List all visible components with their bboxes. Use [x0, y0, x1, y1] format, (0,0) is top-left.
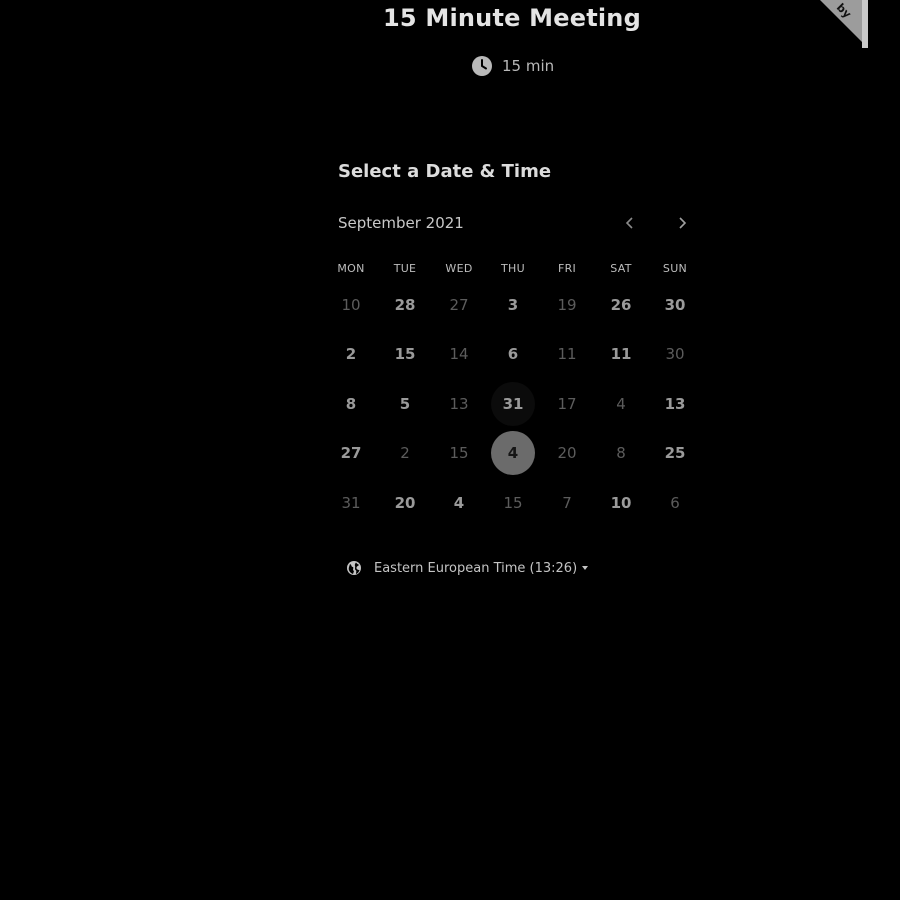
- calendar-day-number: 3: [507, 295, 519, 314]
- calendar-day-number: 17: [557, 394, 577, 413]
- calendar-day-selected[interactable]: 4: [486, 429, 540, 479]
- weekday-label: THU: [501, 262, 525, 275]
- calendar-day-number: 30: [665, 345, 685, 364]
- calendar-day-number: 25: [664, 444, 686, 463]
- weekday-label: TUE: [393, 262, 417, 275]
- calendar-day-number: 2: [345, 345, 357, 364]
- next-month-button[interactable]: [672, 213, 692, 233]
- calendar-day[interactable]: 2: [324, 330, 378, 380]
- calendar-day-number: 19: [557, 295, 577, 314]
- calendar-day-number: 4: [453, 493, 465, 512]
- calendar-day[interactable]: 25: [648, 429, 702, 479]
- calendar-day-number: 14: [449, 345, 469, 364]
- calendar-day[interactable]: 30: [648, 280, 702, 330]
- weekday-label: SUN: [662, 262, 688, 275]
- calendar-day[interactable]: 31: [486, 379, 540, 429]
- calendar-day[interactable]: 5: [378, 379, 432, 429]
- calendar-day: 19: [540, 280, 594, 330]
- calendar-day-number: 31: [341, 493, 361, 512]
- calendar-day-number: 8: [345, 394, 357, 413]
- calendar-day-number: 13: [449, 394, 469, 413]
- calendar-day-number: 6: [507, 345, 519, 364]
- calendar-day-number: 20: [394, 493, 416, 512]
- calendar-day: 15: [432, 429, 486, 479]
- calendar-day: 2: [378, 429, 432, 479]
- calendar-day: 10: [324, 280, 378, 330]
- date-time-heading: Select a Date & Time: [338, 161, 552, 182]
- calendar-day-number: 15: [449, 444, 469, 463]
- weekday-header: MON TUE WED THU FRI SAT SUN: [324, 262, 702, 275]
- calendar-day: 4: [594, 379, 648, 429]
- calendar-day: 17: [540, 379, 594, 429]
- calendar-day[interactable]: 20: [378, 478, 432, 528]
- calendar-day-number: 11: [610, 345, 632, 364]
- meeting-title: 15 Minute Meeting: [383, 4, 641, 32]
- calendar-day[interactable]: 6: [486, 330, 540, 380]
- chevron-right-icon: [679, 217, 687, 229]
- calendar-day-number: 31: [491, 381, 535, 426]
- weekday-label: MON: [337, 262, 365, 275]
- calendar-day-number: 13: [664, 394, 686, 413]
- calendar-day-number: 10: [341, 295, 361, 314]
- calendar-day-number: 8: [616, 444, 626, 463]
- meeting-duration: 15 min: [472, 56, 554, 76]
- calendar-day: 31: [324, 478, 378, 528]
- calendar-day-number: 26: [610, 295, 632, 314]
- calendar-day-number: 6: [670, 493, 680, 512]
- duration-label: 15 min: [502, 57, 555, 75]
- calendar-day: 14: [432, 330, 486, 380]
- month-label: September 2021: [338, 214, 464, 232]
- globe-icon: [347, 561, 361, 575]
- calendar-day: 11: [540, 330, 594, 380]
- calendar-day-number: 4: [616, 394, 626, 413]
- caret-down-icon: [582, 566, 589, 570]
- calendar-day[interactable]: 10: [594, 478, 648, 528]
- calendar-day: 20: [540, 429, 594, 479]
- clock-icon: [472, 56, 492, 76]
- weekday-label: WED: [445, 262, 473, 275]
- calendar-day-number: 27: [340, 444, 362, 463]
- timezone-selector[interactable]: Eastern European Time (13:26): [346, 560, 589, 576]
- calendar-day-number: 30: [664, 295, 686, 314]
- calendar-day: 6: [648, 478, 702, 528]
- calendar-day: 8: [594, 429, 648, 479]
- calendar-day-number: 11: [557, 345, 577, 364]
- calendar-day[interactable]: 15: [378, 330, 432, 380]
- calendar-day-number: 15: [394, 345, 416, 364]
- calendar-day-number: 2: [400, 444, 410, 463]
- calendar-day[interactable]: 27: [324, 429, 378, 479]
- calendar-day-number: 7: [562, 493, 572, 512]
- previous-month-button[interactable]: [620, 213, 640, 233]
- calendar-day[interactable]: 28: [378, 280, 432, 330]
- calendar-day[interactable]: 8: [324, 379, 378, 429]
- calendar-day: 27: [432, 280, 486, 330]
- calendar-day[interactable]: 11: [594, 330, 648, 380]
- weekday-label: SAT: [610, 262, 632, 275]
- calendar-day[interactable]: 4: [432, 478, 486, 528]
- calendar-day: 15: [486, 478, 540, 528]
- calendar-day[interactable]: 26: [594, 280, 648, 330]
- calendar-day[interactable]: 3: [486, 280, 540, 330]
- weekday-label: FRI: [557, 262, 577, 275]
- booking-page: by 15 Minute Meeting 15 min Select a Dat…: [0, 0, 900, 900]
- calendar-grid: 10 28 27 3 19 26 30 2 15 14 6 11 11 30 8 5 13 31 17 4 13 27 2 1…: [324, 280, 702, 528]
- calendar-day-number: 10: [610, 493, 632, 512]
- calendar-day-number: 27: [449, 295, 469, 314]
- calendar-day: 30: [648, 330, 702, 380]
- timezone-label: Eastern European Time (13:26): [374, 561, 589, 576]
- calendar-day-number: 15: [503, 493, 523, 512]
- calendar-day-number: 20: [557, 444, 577, 463]
- calendar-day: 13: [432, 379, 486, 429]
- calendar-day[interactable]: 13: [648, 379, 702, 429]
- calendar-day-number: 28: [394, 295, 416, 314]
- calendar-day-number: 4: [491, 431, 535, 476]
- chevron-left-icon: [625, 217, 633, 229]
- calendar-day: 7: [540, 478, 594, 528]
- calendar-day-number: 5: [399, 394, 411, 413]
